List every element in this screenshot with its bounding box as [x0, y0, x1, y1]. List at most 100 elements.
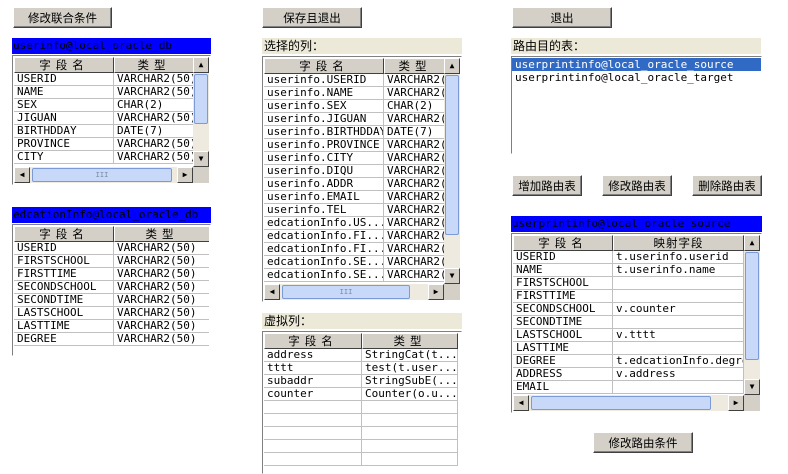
selected-name-cell[interactable]: userinfo.DIQU — [264, 165, 384, 178]
modify-route-condition-button[interactable]: 修改路由条件 — [593, 432, 693, 453]
virtual-name-cell[interactable] — [264, 427, 362, 440]
mapping-name-cell[interactable]: DEGREE — [513, 355, 613, 368]
scroll-down-icon[interactable]: ▼ — [193, 151, 209, 167]
modify-join-condition-button[interactable]: 修改联合条件 — [13, 7, 112, 28]
scroll-left-icon[interactable]: ◀ — [513, 395, 529, 411]
selected-name-cell[interactable]: userinfo.SEX — [264, 100, 384, 113]
userinfo-name-cell[interactable]: JIGUAN — [14, 112, 114, 125]
scroll-down-icon[interactable]: ▼ — [444, 268, 460, 284]
selected-name-cell[interactable]: userinfo.NAME — [264, 87, 384, 100]
scroll-thumb-horizontal[interactable]: III — [282, 285, 410, 299]
edcationinfo-value-cell[interactable]: VARCHAR2(50) — [114, 242, 209, 255]
userinfo-col-name-header[interactable]: 字段名 — [14, 57, 114, 73]
edcationinfo-name-cell[interactable]: SECONDTIME — [14, 294, 114, 307]
selected-value-cell[interactable]: VARCHAR2(5 — [384, 191, 446, 204]
userinfo-name-cell[interactable]: CITY — [14, 151, 114, 164]
scroll-up-icon[interactable]: ▲ — [744, 235, 760, 251]
mapping-vertical-scrollbar[interactable]: ▲ ▼ — [744, 235, 760, 395]
mapping-name-cell[interactable]: FIRSTSCHOOL — [513, 277, 613, 290]
selected-value-cell[interactable]: VARCHAR2(5 — [384, 165, 446, 178]
edcationinfo-value-cell[interactable]: VARCHAR2(50) — [114, 281, 209, 294]
userinfo-value-cell[interactable]: CHAR(2) — [114, 99, 194, 112]
virtual-name-cell[interactable]: subaddr — [264, 375, 362, 388]
mapping-value-cell[interactable]: t.edcationInfo.degree — [613, 355, 744, 368]
selected-value-cell[interactable]: VARCHAR2(5 — [384, 87, 446, 100]
selected-name-cell[interactable]: userinfo.BIRTHDDAY — [264, 126, 384, 139]
mapping-col-target-header[interactable]: 映射字段 — [613, 235, 744, 251]
virtual-name-cell[interactable] — [264, 453, 362, 466]
mapping-value-cell[interactable]: v.tttt — [613, 329, 744, 342]
selected-value-cell[interactable]: VARCHAR2(5 — [384, 256, 446, 269]
mapping-name-cell[interactable]: LASTSCHOOL — [513, 329, 613, 342]
scroll-left-icon[interactable]: ◀ — [14, 167, 30, 183]
userinfo-col-type-header[interactable]: 类型 — [114, 57, 194, 73]
selected-name-cell[interactable]: userinfo.PROVINCE — [264, 139, 384, 152]
selected-value-cell[interactable]: VARCHAR2(5 — [384, 204, 446, 217]
mapping-name-cell[interactable]: FIRSTTIME — [513, 290, 613, 303]
selected-name-cell[interactable]: edcationInfo.SE... — [264, 256, 384, 269]
virtual-name-cell[interactable] — [264, 401, 362, 414]
mapping-name-cell[interactable]: EMAIL — [513, 381, 613, 394]
edcationinfo-name-cell[interactable]: LASTSCHOOL — [14, 307, 114, 320]
selected-value-cell[interactable]: VARCHAR2(5 — [384, 74, 446, 87]
selected-name-cell[interactable]: userinfo.TEL — [264, 204, 384, 217]
edcationinfo-name-cell[interactable]: FIRSTTIME — [14, 268, 114, 281]
mapping-value-cell[interactable] — [613, 277, 744, 290]
mapping-value-cell[interactable]: v.counter — [613, 303, 744, 316]
selected-value-cell[interactable]: DATE(7) — [384, 126, 446, 139]
mapping-name-cell[interactable]: NAME — [513, 264, 613, 277]
mapping-name-cell[interactable]: LASTTIME — [513, 342, 613, 355]
virtual-value-cell[interactable]: StringSubE(... — [362, 375, 458, 388]
selected-value-cell[interactable]: VARCHAR2(5 — [384, 230, 446, 243]
virtual-name-cell[interactable]: counter — [264, 388, 362, 401]
userinfo-name-cell[interactable]: NAME — [14, 86, 114, 99]
userinfo-horizontal-scrollbar[interactable]: ◀ III ▶ — [14, 167, 193, 183]
scroll-right-icon[interactable]: ▶ — [728, 395, 744, 411]
mapping-name-cell[interactable]: SECONDSCHOOL — [513, 303, 613, 316]
edcationinfo-name-cell[interactable]: FIRSTSCHOOL — [14, 255, 114, 268]
userinfo-value-cell[interactable]: DATE(7) — [114, 125, 194, 138]
mapping-horizontal-scrollbar[interactable]: ◀ ▶ — [513, 395, 744, 411]
delete-route-table-button[interactable]: 删除路由表 — [692, 175, 762, 196]
selected-value-cell[interactable]: VARCHAR2(5 — [384, 152, 446, 165]
selected-name-cell[interactable]: userinfo.JIGUAN — [264, 113, 384, 126]
selected-name-cell[interactable]: userinfo.ADDR — [264, 178, 384, 191]
virtual-value-cell[interactable]: test(t.user... — [362, 362, 458, 375]
selected-name-cell[interactable]: edcationInfo.SE... — [264, 269, 384, 282]
edcationinfo-col-type-header[interactable]: 类型 — [114, 226, 209, 242]
mapping-grid[interactable]: 字段名 映射字段 USERID t.userinfo.userid NAME t.us… — [511, 233, 762, 413]
selected-value-cell[interactable]: VARCHAR2(5 — [384, 113, 446, 126]
route-targets-list[interactable]: userprintinfo@local_oracle_source userpr… — [511, 56, 762, 154]
selected-vertical-scrollbar[interactable]: ▲ ▼ — [444, 58, 460, 284]
mapping-name-cell[interactable]: USERID — [513, 251, 613, 264]
virtual-name-cell[interactable]: address — [264, 349, 362, 362]
mapping-col-name-header[interactable]: 字段名 — [513, 235, 613, 251]
virtual-name-cell[interactable] — [264, 440, 362, 453]
mapping-name-cell[interactable]: SECONDTIME — [513, 316, 613, 329]
mapping-value-cell[interactable] — [613, 342, 744, 355]
userinfo-vertical-scrollbar[interactable]: ▲ ▼ — [193, 57, 209, 167]
selected-value-cell[interactable]: VARCHAR2(5 — [384, 139, 446, 152]
virtual-value-cell[interactable]: Counter(o.u... — [362, 388, 458, 401]
selected-horizontal-scrollbar[interactable]: ◀ III ▶ — [264, 284, 444, 300]
mapping-value-cell[interactable] — [613, 290, 744, 303]
virtual-columns-grid[interactable]: 字段名 类型 address StringCat(t... tttt test(t.u… — [262, 331, 462, 474]
exit-button[interactable]: 退出 — [512, 7, 612, 28]
userinfo-name-cell[interactable]: SEX — [14, 99, 114, 112]
scroll-thumb-horizontal[interactable]: III — [32, 168, 172, 182]
selected-columns-grid[interactable]: 字段名 类型 userinfo.USERIDVARCHAR2(5userinfo… — [262, 56, 462, 302]
scroll-thumb[interactable] — [445, 75, 459, 235]
virtual-value-cell[interactable] — [362, 453, 458, 466]
edcationinfo-value-cell[interactable]: VARCHAR2(50) — [114, 307, 209, 320]
selected-name-cell[interactable]: edcationInfo.FI... — [264, 243, 384, 256]
selected-name-cell[interactable]: userinfo.EMAIL — [264, 191, 384, 204]
virtual-value-cell[interactable] — [362, 427, 458, 440]
userinfo-grid[interactable]: 字段名 类型 USERID VARCHAR2(50) NAME VARCHAR2(50… — [12, 55, 211, 185]
selected-value-cell[interactable]: VARCHAR2(5 — [384, 269, 446, 282]
mapping-name-cell[interactable]: ADDRESS — [513, 368, 613, 381]
scroll-right-icon[interactable]: ▶ — [428, 284, 444, 300]
virtual-name-cell[interactable] — [264, 414, 362, 427]
mapping-value-cell[interactable]: t.userinfo.userid — [613, 251, 744, 264]
userinfo-name-cell[interactable]: BIRTHDDAY — [14, 125, 114, 138]
edcationinfo-name-cell[interactable]: DEGREE — [14, 333, 114, 346]
